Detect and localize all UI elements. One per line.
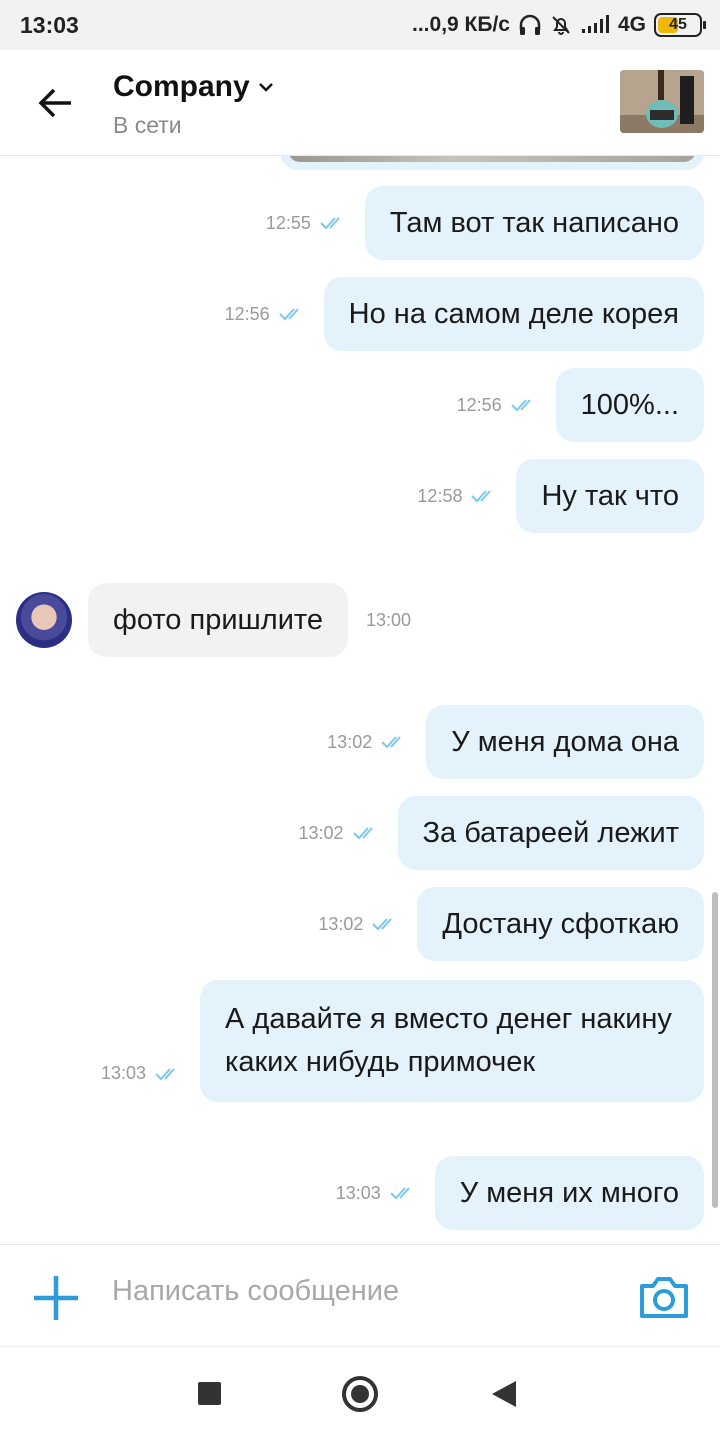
read-ticks-icon xyxy=(278,308,299,321)
message-meta: 13:00 xyxy=(366,610,411,631)
message-out: 12:58 Ну так что xyxy=(417,459,704,533)
camera-icon[interactable] xyxy=(638,1274,690,1320)
message-meta: 13:02 xyxy=(318,914,399,935)
message-meta: 12:55 xyxy=(266,213,347,234)
read-ticks-icon xyxy=(155,1067,175,1080)
message-out: 13:02 У меня дома она xyxy=(327,705,704,779)
message-meta: 12:56 xyxy=(457,395,538,416)
read-ticks-icon xyxy=(510,399,531,412)
message-list[interactable]: 12:55 Там вот так написано 12:56 Но на с… xyxy=(0,156,720,1244)
sender-avatar[interactable] xyxy=(16,592,72,648)
message-time: 12:55 xyxy=(265,212,311,233)
message-time: 13:02 xyxy=(327,731,373,752)
status-bar: 13:03 ...0,9 КБ/с 4G 45 xyxy=(0,0,720,50)
back-nav-button[interactable] xyxy=(492,1381,516,1407)
message-meta: 12:56 xyxy=(225,304,306,325)
system-nav-bar xyxy=(0,1346,720,1440)
message-time: 13:02 xyxy=(298,822,344,843)
chevron-down-icon[interactable] xyxy=(258,82,274,92)
message-time: 12:56 xyxy=(456,394,502,415)
message-bubble[interactable]: У меня их много xyxy=(434,1156,704,1230)
bell-off-icon xyxy=(552,16,570,35)
message-time: 13:03 xyxy=(100,1063,146,1083)
read-ticks-icon xyxy=(320,217,340,230)
message-time: 13:03 xyxy=(335,1182,381,1203)
message-out: 13:02 За батареей лежит xyxy=(298,796,704,870)
recents-button[interactable] xyxy=(198,1382,221,1405)
message-bubble[interactable]: А давайте я вместо денег накину каких ни… xyxy=(200,980,704,1102)
status-icons: ...0,9 КБ/с 4G 45 xyxy=(412,11,706,39)
battery-icon: 45 xyxy=(654,13,706,37)
read-ticks-icon xyxy=(372,918,393,931)
battery-level: 45 xyxy=(669,16,687,33)
message-bubble[interactable]: У меня дома она xyxy=(426,705,704,779)
message-meta: 13:03 xyxy=(336,1183,417,1204)
read-ticks-icon xyxy=(471,490,492,503)
online-status: В сети xyxy=(113,112,182,138)
scrollbar[interactable] xyxy=(712,892,718,1208)
message-out: 13:03 У меня их много xyxy=(336,1156,704,1230)
message-out: 13:03 А давайте я вместо денег накину ка… xyxy=(101,980,704,1102)
message-time: 12:56 xyxy=(224,303,270,324)
home-button[interactable] xyxy=(342,1376,378,1412)
message-meta: 13:02 xyxy=(298,823,379,844)
message-out: 12:55 Там вот так написано xyxy=(266,186,704,260)
guitar-image xyxy=(620,70,704,133)
chat-title[interactable]: Company xyxy=(113,70,250,104)
chat-avatar[interactable] xyxy=(620,70,704,133)
headphones-icon xyxy=(519,14,541,35)
read-ticks-icon xyxy=(390,1187,410,1200)
message-bubble[interactable]: За батареей лежит xyxy=(397,796,704,870)
read-ticks-icon xyxy=(381,736,401,749)
network-speed: ...0,9 КБ/с xyxy=(412,13,510,36)
photo-message-partial[interactable] xyxy=(280,156,704,170)
message-bubble[interactable]: фото пришлите xyxy=(88,583,348,657)
chat-title-block[interactable]: Company В сети xyxy=(113,70,274,139)
message-bubble[interactable]: Но на самом деле корея xyxy=(323,277,704,351)
message-bubble[interactable]: Достану сфоткаю xyxy=(417,887,704,961)
read-ticks-icon xyxy=(352,827,373,840)
chat-header: Company В сети xyxy=(0,50,720,156)
network-type: 4G xyxy=(617,13,646,36)
message-meta: 13:03 xyxy=(101,1063,182,1084)
arrow-left-icon xyxy=(38,88,71,118)
message-in: фото пришлите 13:00 xyxy=(16,583,411,657)
status-time: 13:03 xyxy=(20,12,79,38)
message-composer: Написать сообщение xyxy=(0,1244,720,1346)
message-time: 12:58 xyxy=(417,485,463,506)
message-time: 13:02 xyxy=(318,913,364,934)
back-button[interactable] xyxy=(30,80,80,126)
message-out: 12:56 100%... xyxy=(457,368,704,442)
message-meta: 13:02 xyxy=(327,732,408,753)
plus-icon[interactable] xyxy=(30,1272,82,1324)
signal-icon xyxy=(581,15,609,33)
message-input[interactable]: Написать сообщение xyxy=(112,1275,399,1308)
message-bubble[interactable]: Ну так что xyxy=(516,459,704,533)
message-out: 12:56 Но на самом деле корея xyxy=(225,277,704,351)
message-meta: 12:58 xyxy=(417,486,498,507)
message-time: 13:00 xyxy=(366,609,412,630)
message-bubble[interactable]: 100%... xyxy=(555,368,704,442)
message-bubble[interactable]: Там вот так написано xyxy=(364,186,704,260)
message-out: 13:02 Достану сфоткаю xyxy=(318,887,704,961)
